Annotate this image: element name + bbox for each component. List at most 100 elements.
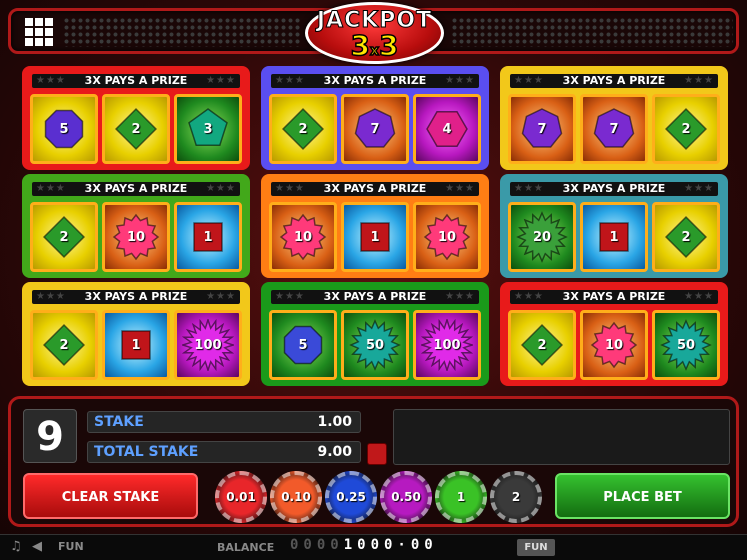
- hexagon-symbol-icon: 4: [421, 103, 473, 155]
- clear-stake-button[interactable]: CLEAR STAKE: [23, 473, 198, 519]
- symbol-value: 10: [293, 229, 313, 245]
- symbol-value: 50: [676, 337, 696, 353]
- symbol-value: 3: [203, 121, 213, 137]
- card-header-text: 3X PAYS A PRIZE: [84, 74, 188, 87]
- symbol-value: 50: [365, 337, 385, 353]
- stake-chip[interactable]: 2: [490, 471, 542, 523]
- square-symbol-icon: 1: [182, 211, 234, 263]
- symbol-value: 7: [609, 121, 619, 137]
- fun-mode-badge: FUN: [517, 539, 555, 556]
- symbol-value: 5: [298, 337, 308, 353]
- stake-chip[interactable]: 0.01: [215, 471, 267, 523]
- card-header: ★★★ ★★★ 3X PAYS A PRIZE: [510, 182, 718, 196]
- heptagon-symbol-icon: 7: [516, 103, 568, 155]
- symbol-value: 10: [126, 229, 146, 245]
- symbol-value: 100: [194, 337, 222, 353]
- diamond-symbol-icon: 2: [110, 103, 162, 155]
- symbol-cell: 7: [341, 94, 409, 164]
- symbol-cell: 20: [508, 202, 576, 272]
- fun-mode-label: FUN: [58, 540, 84, 553]
- octagon-symbol-icon: 5: [38, 103, 90, 155]
- stake-indicator-button[interactable]: [367, 443, 387, 465]
- card-header: ★★★ ★★★ 3X PAYS A PRIZE: [32, 182, 240, 196]
- stake-chip[interactable]: 0.50: [380, 471, 432, 523]
- card-header-text: 3X PAYS A PRIZE: [84, 182, 188, 195]
- stake-chip[interactable]: 0.25: [325, 471, 377, 523]
- message-area: [393, 409, 730, 465]
- music-note-icon[interactable]: ♫: [10, 539, 26, 555]
- ticket-count: 9: [23, 409, 77, 463]
- diamond-symbol-icon: 2: [660, 103, 712, 155]
- game-screen: JACKPOT 3x3 ★★★ ★★★ 3X PAYS A PRIZE 5 2 3 ★★★ ★…: [0, 0, 747, 560]
- ticket-card[interactable]: ★★★ ★★★ 3X PAYS A PRIZE 2 7 4: [261, 66, 489, 170]
- card-header: ★★★ ★★★ 3X PAYS A PRIZE: [271, 74, 479, 88]
- card-header-text: 3X PAYS A PRIZE: [562, 182, 666, 195]
- square-symbol-icon: 1: [349, 211, 401, 263]
- symbol-value: 2: [298, 121, 308, 137]
- symbol-cell: 50: [652, 310, 720, 380]
- symbol-value: 5: [59, 121, 69, 137]
- symbol-cell: 5: [30, 94, 98, 164]
- square-symbol-icon: 1: [110, 319, 162, 371]
- ticket-card[interactable]: ★★★ ★★★ 3X PAYS A PRIZE 2 10 1: [22, 174, 250, 278]
- ticket-card[interactable]: ★★★ ★★★ 3X PAYS A PRIZE 2 10 50: [500, 282, 728, 386]
- symbol-cell: 3: [174, 94, 242, 164]
- diamond-symbol-icon: 2: [38, 319, 90, 371]
- card-header-text: 3X PAYS A PRIZE: [323, 182, 427, 195]
- star12-symbol-icon: 10: [277, 211, 329, 263]
- symbol-value: 20: [532, 229, 552, 245]
- symbol-value: 2: [537, 337, 547, 353]
- symbol-cell: 2: [652, 202, 720, 272]
- symbol-cell: 7: [580, 94, 648, 164]
- ticket-card[interactable]: ★★★ ★★★ 3X PAYS A PRIZE 10 1 10: [261, 174, 489, 278]
- symbol-cell: 7: [508, 94, 576, 164]
- symbol-cell: 2: [508, 310, 576, 380]
- footer-bar: ♫ ◀ FUN BALANCE 00001000·00 FUN: [0, 534, 747, 560]
- stake-value: 1.00: [317, 414, 352, 430]
- menu-grid-icon[interactable]: [25, 18, 53, 46]
- ticket-card[interactable]: ★★★ ★★★ 3X PAYS A PRIZE 5 50 100: [261, 282, 489, 386]
- symbol-cell: 4: [413, 94, 481, 164]
- star16-symbol-icon: 50: [660, 319, 712, 371]
- symbol-cell: 100: [413, 310, 481, 380]
- heptagon-symbol-icon: 7: [349, 103, 401, 155]
- card-header-text: 3X PAYS A PRIZE: [84, 290, 188, 303]
- speaker-icon[interactable]: ◀: [32, 539, 48, 555]
- stake-chip[interactable]: 0.10: [270, 471, 322, 523]
- card-header: ★★★ ★★★ 3X PAYS A PRIZE: [510, 290, 718, 304]
- symbol-cell: 10: [580, 310, 648, 380]
- symbol-cell: 1: [102, 310, 170, 380]
- symbol-value: 100: [433, 337, 461, 353]
- stake-row: STAKE 1.00: [87, 411, 361, 433]
- symbol-cell: 2: [102, 94, 170, 164]
- led-dots-left: [63, 17, 301, 47]
- symbol-value: 1: [203, 229, 213, 245]
- ticket-card[interactable]: ★★★ ★★★ 3X PAYS A PRIZE 7 7 2: [500, 66, 728, 170]
- stake-label: STAKE: [94, 414, 144, 430]
- symbol-value: 10: [437, 229, 457, 245]
- symbol-value: 2: [59, 337, 69, 353]
- card-header: ★★★ ★★★ 3X PAYS A PRIZE: [510, 74, 718, 88]
- ticket-card[interactable]: ★★★ ★★★ 3X PAYS A PRIZE 20 1 2: [500, 174, 728, 278]
- symbol-value: 1: [609, 229, 619, 245]
- place-bet-button[interactable]: PLACE BET: [555, 473, 730, 519]
- symbol-cell: 100: [174, 310, 242, 380]
- led-dots-right: [451, 17, 733, 47]
- card-header-text: 3X PAYS A PRIZE: [562, 74, 666, 87]
- card-header: ★★★ ★★★ 3X PAYS A PRIZE: [271, 182, 479, 196]
- stake-chip[interactable]: 1: [435, 471, 487, 523]
- symbol-cell: 10: [102, 202, 170, 272]
- diamond-symbol-icon: 2: [277, 103, 329, 155]
- star16-symbol-icon: 20: [516, 211, 568, 263]
- total-stake-label: TOTAL STAKE: [94, 444, 199, 460]
- ticket-card[interactable]: ★★★ ★★★ 3X PAYS A PRIZE 5 2 3: [22, 66, 250, 170]
- logo-subtitle: 3x3: [350, 28, 400, 63]
- symbol-cell: 2: [30, 202, 98, 272]
- octagon-symbol-icon: 5: [277, 319, 329, 371]
- star20-symbol-icon: 100: [421, 319, 473, 371]
- square-symbol-icon: 1: [588, 211, 640, 263]
- ticket-card[interactable]: ★★★ ★★★ 3X PAYS A PRIZE 2 1 100: [22, 282, 250, 386]
- card-header-text: 3X PAYS A PRIZE: [562, 290, 666, 303]
- control-panel: 9 STAKE 1.00 TOTAL STAKE 9.00 CLEAR STAK…: [8, 396, 739, 527]
- symbol-value: 2: [681, 229, 691, 245]
